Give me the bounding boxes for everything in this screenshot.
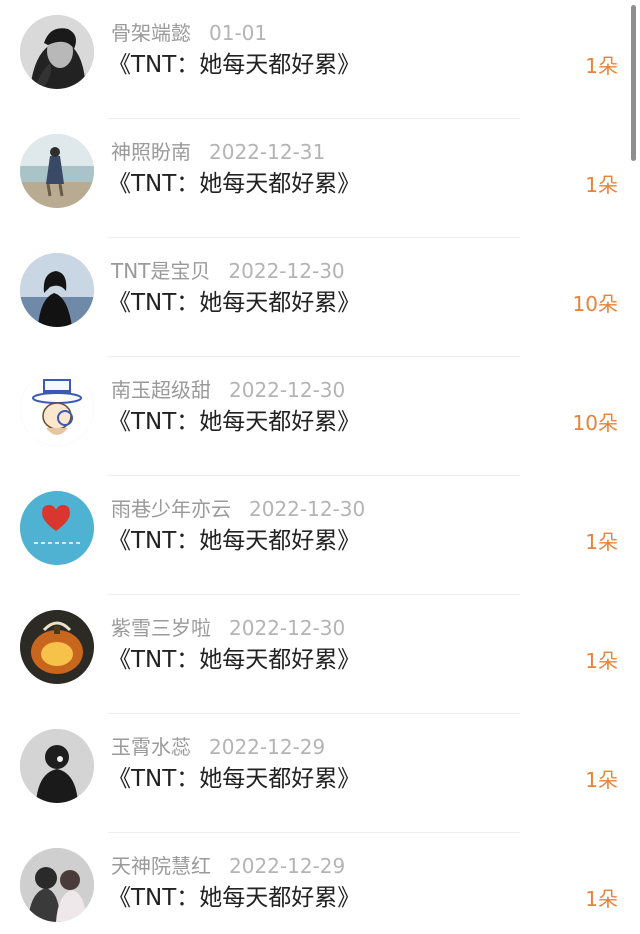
list-item[interactable]: 紫雪三岁啦 2022-12-30 《TNT：她每天都好累》 1朵 — [0, 595, 640, 714]
item-meta: 雨巷少年亦云 2022-12-30 — [111, 496, 365, 522]
flower-count: 1朵 — [585, 887, 618, 911]
blue-heart-avatar[interactable] — [20, 491, 94, 565]
item-meta: 天神院慧红 2022-12-29 — [111, 853, 345, 879]
cartoon-detective-avatar[interactable] — [20, 372, 94, 446]
list-item[interactable]: 天神院慧红 2022-12-29 《TNT：她每天都好累》 1朵 — [0, 833, 640, 934]
book-title[interactable]: 《TNT：她每天都好累》 — [108, 407, 360, 437]
item-date: 2022-12-29 — [209, 735, 326, 759]
flower-count: 1朵 — [585, 530, 618, 554]
user-name[interactable]: TNT是宝贝 — [111, 259, 210, 283]
list-item[interactable]: 神照盼南 2022-12-31 《TNT：她每天都好累》 1朵 — [0, 119, 640, 238]
user-name[interactable]: 骨架端懿 — [111, 21, 191, 45]
user-name[interactable]: 玉霄水蕊 — [111, 735, 191, 759]
item-meta: 神照盼南 2022-12-31 — [111, 139, 325, 165]
book-title[interactable]: 《TNT：她每天都好累》 — [108, 169, 360, 199]
user-name[interactable]: 雨巷少年亦云 — [111, 497, 231, 521]
book-title[interactable]: 《TNT：她每天都好累》 — [108, 645, 360, 675]
item-date: 01-01 — [209, 21, 268, 45]
beach-figure-avatar[interactable] — [20, 134, 94, 208]
item-date: 2022-12-31 — [209, 140, 326, 164]
list-item[interactable]: 南玉超级甜 2022-12-30 《TNT：她每天都好累》 10朵 — [0, 357, 640, 476]
item-date: 2022-12-30 — [228, 259, 345, 283]
user-name[interactable]: 南玉超级甜 — [111, 378, 211, 402]
gift-list: 骨架端懿 01-01 《TNT：她每天都好累》 1朵 神照盼南 2022-12-31… — [0, 0, 640, 934]
book-title[interactable]: 《TNT：她每天都好累》 — [108, 764, 360, 794]
book-title[interactable]: 《TNT：她每天都好累》 — [108, 50, 360, 80]
item-meta: 南玉超级甜 2022-12-30 — [111, 377, 345, 403]
couple-photo-avatar[interactable] — [20, 848, 94, 922]
flower-count: 1朵 — [585, 649, 618, 673]
dark-figure-avatar[interactable] — [20, 729, 94, 803]
book-title[interactable]: 《TNT：她每天都好累》 — [108, 883, 360, 913]
user-name[interactable]: 紫雪三岁啦 — [111, 616, 211, 640]
item-meta: 骨架端懿 01-01 — [111, 20, 267, 46]
book-title[interactable]: 《TNT：她每天都好累》 — [108, 288, 360, 318]
scrollbar[interactable] — [631, 5, 636, 161]
list-item[interactable]: 雨巷少年亦云 2022-12-30 《TNT：她每天都好累》 1朵 — [0, 476, 640, 595]
pumpkin-avatar[interactable] — [20, 610, 94, 684]
user-name[interactable]: 天神院慧红 — [111, 854, 211, 878]
list-item[interactable]: 骨架端懿 01-01 《TNT：她每天都好累》 1朵 — [0, 0, 640, 119]
flower-count: 1朵 — [585, 173, 618, 197]
book-title[interactable]: 《TNT：她每天都好累》 — [108, 526, 360, 556]
list-item[interactable]: 玉霄水蕊 2022-12-29 《TNT：她每天都好累》 1朵 — [0, 714, 640, 833]
item-date: 2022-12-30 — [229, 616, 346, 640]
item-date: 2022-12-30 — [249, 497, 366, 521]
flower-count: 10朵 — [572, 292, 618, 316]
item-meta: 紫雪三岁啦 2022-12-30 — [111, 615, 345, 641]
flower-count: 1朵 — [585, 768, 618, 792]
item-meta: 玉霄水蕊 2022-12-29 — [111, 734, 325, 760]
man-portrait-avatar[interactable] — [20, 15, 94, 89]
list-item[interactable]: TNT是宝贝 2022-12-30 《TNT：她每天都好累》 10朵 — [0, 238, 640, 357]
flower-count: 10朵 — [572, 411, 618, 435]
item-meta: TNT是宝贝 2022-12-30 — [111, 258, 345, 284]
user-name[interactable]: 神照盼南 — [111, 140, 191, 164]
girl-silhouette-avatar[interactable] — [20, 253, 94, 327]
item-date: 2022-12-30 — [229, 378, 346, 402]
item-date: 2022-12-29 — [229, 854, 346, 878]
flower-count: 1朵 — [585, 54, 618, 78]
